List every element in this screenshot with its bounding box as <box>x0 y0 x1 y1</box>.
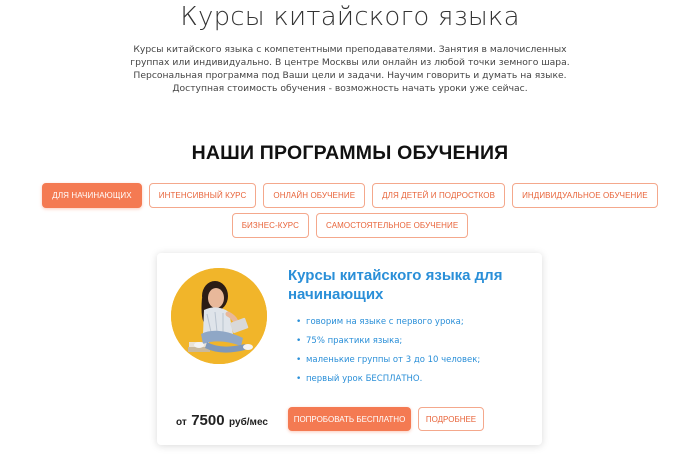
bullet-icon: • <box>296 317 302 327</box>
tab-individual[interactable]: ИНДИВИДУАЛЬНОЕ ОБУЧЕНИЕ <box>512 183 658 208</box>
program-tabs-row-1: ДЛЯ НАЧИНАЮЩИХ ИНТЕНСИВНЫЙ КУРС ОНЛАЙН О… <box>0 183 700 208</box>
tab-beginners[interactable]: ДЛЯ НАЧИНАЮЩИХ <box>42 183 142 208</box>
feature-text: первый урок БЕСПЛАТНО. <box>306 374 423 384</box>
page-title: Курсы китайского языка <box>180 2 520 32</box>
tab-business[interactable]: БИЗНЕС-КУРС <box>231 213 310 238</box>
feature-text: говорим на языке с первого урока; <box>306 317 464 327</box>
card-title: Курсы китайского языка для начинающих <box>288 267 503 303</box>
tab-kids-teens[interactable]: ДЛЯ ДЕТЕЙ И ПОДРОСТКОВ <box>372 183 506 208</box>
feature-list: • говорим на языке с первого урока; • 75% … <box>296 315 480 391</box>
tab-intensive[interactable]: ИНТЕНСИВНЫЙ КУРС <box>148 183 257 208</box>
tab-online[interactable]: ОНЛАЙН ОБУЧЕНИЕ <box>263 183 366 208</box>
student-photo-icon <box>171 268 267 364</box>
page-description: Курсы китайского языка с компетентными п… <box>130 44 570 94</box>
feature-text: маленькие группы от 3 до 10 человек; <box>306 355 481 365</box>
price-amount: 7500 <box>191 412 225 429</box>
list-item: • маленькие группы от 3 до 10 человек; <box>296 353 480 372</box>
program-tabs-row-2: БИЗНЕС-КУРС САМОСТОЯТЕЛЬНОЕ ОБУЧЕНИЕ <box>0 213 700 238</box>
program-card: Курсы китайского языка для начинающих • г… <box>157 253 542 445</box>
bullet-icon: • <box>296 336 302 346</box>
list-item: • первый урок БЕСПЛАТНО. <box>296 372 480 391</box>
bullet-icon: • <box>296 374 302 384</box>
feature-text: 75% практики языка; <box>306 336 403 346</box>
price-from: от <box>176 417 187 428</box>
list-item: • 75% практики языка; <box>296 334 480 353</box>
bullet-icon: • <box>296 355 302 365</box>
tab-self-study[interactable]: САМОСТОЯТЕЛЬНОЕ ОБУЧЕНИЕ <box>316 213 469 238</box>
price-unit: руб/мес <box>229 417 268 428</box>
price: от 7500 руб/мес <box>176 412 268 430</box>
programs-section-title: НАШИ ПРОГРАММЫ ОБУЧЕНИЯ <box>191 142 509 164</box>
try-free-button[interactable]: ПОПРОБОВАТЬ БЕСПЛАТНО <box>288 407 411 431</box>
more-details-button[interactable]: ПОДРОБНЕЕ <box>418 407 484 431</box>
list-item: • говорим на языке с первого урока; <box>296 315 480 334</box>
